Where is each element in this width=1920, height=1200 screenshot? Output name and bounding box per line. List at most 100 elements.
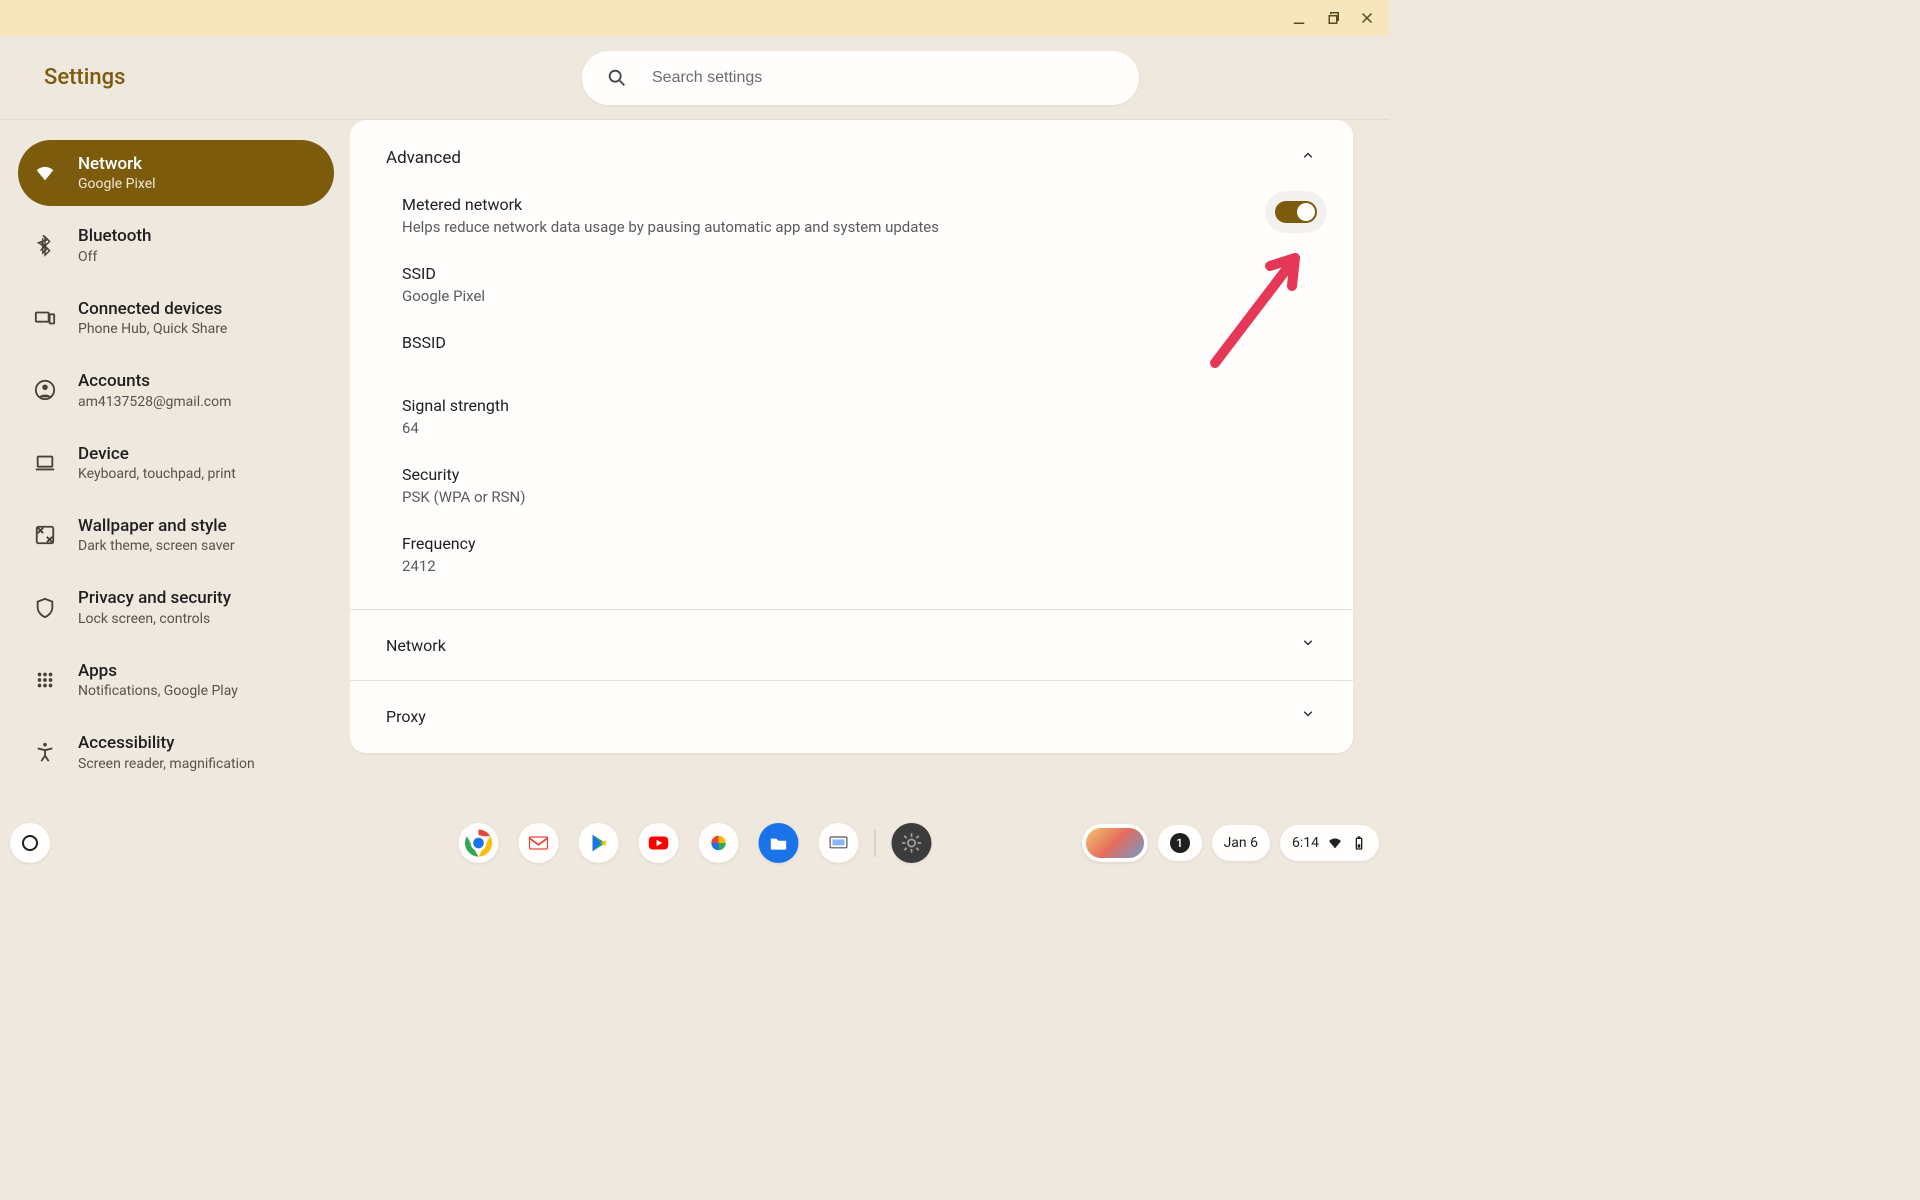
- status-pill[interactable]: 6:14: [1280, 825, 1379, 861]
- advanced-details: Metered network Helps reduce network dat…: [350, 185, 1353, 609]
- photos-icon[interactable]: [698, 823, 738, 863]
- sidebar-item-label: Network: [78, 154, 156, 174]
- sidebar-item-label: Connected devices: [78, 299, 227, 319]
- sidebar-item-wallpaper[interactable]: Wallpaper and style Dark theme, screen s…: [18, 502, 334, 568]
- youtube-icon[interactable]: [638, 823, 678, 863]
- proxy-section-label: Proxy: [386, 707, 426, 726]
- chrome-icon[interactable]: [458, 823, 498, 863]
- sidebar-item-sub: Phone Hub, Quick Share: [78, 321, 227, 337]
- wifi-icon: [34, 162, 56, 184]
- files-icon[interactable]: [758, 823, 798, 863]
- gmail-icon[interactable]: [518, 823, 558, 863]
- time-text: 6:14: [1292, 835, 1319, 851]
- sidebar-item-sub: Off: [78, 249, 152, 265]
- sidebar-item-bluetooth[interactable]: Bluetooth Off: [18, 212, 334, 278]
- sidebar-item-privacy[interactable]: Privacy and security Lock screen, contro…: [18, 574, 334, 640]
- settings-app-icon[interactable]: [891, 823, 931, 863]
- sidebar-item-label: Device: [78, 444, 236, 464]
- ssid-row: SSID Google Pixel: [402, 254, 1317, 323]
- sidebar-item-connected-devices[interactable]: Connected devices Phone Hub, Quick Share: [18, 285, 334, 351]
- sidebar-item-accessibility[interactable]: Accessibility Screen reader, magnificati…: [18, 719, 334, 785]
- shelf-apps: [458, 823, 931, 863]
- security-value: PSK (WPA or RSN): [402, 488, 1317, 506]
- metered-desc: Helps reduce network data usage by pausi…: [402, 218, 939, 236]
- sidebar-item-sub: Screen reader, magnification: [78, 756, 255, 772]
- shelf: 1 Jan 6 6:14: [0, 818, 1389, 868]
- bssid-label: BSSID: [402, 333, 1317, 352]
- sidebar-item-sub: Dark theme, screen saver: [78, 538, 235, 554]
- devices-icon: [34, 307, 56, 329]
- close-icon: [1358, 9, 1376, 27]
- sidebar-item-sub: am4137528@gmail.com: [78, 394, 231, 410]
- sidebar-item-label: Apps: [78, 661, 238, 681]
- laptop-icon: [34, 452, 56, 474]
- bssid-row: BSSID: [402, 323, 1317, 386]
- sidebar: Network Google Pixel Bluetooth Off Conne…: [0, 120, 350, 818]
- app-title: Settings: [44, 65, 125, 90]
- window-titlebar: [0, 0, 1389, 36]
- sidebar-item-sub: Lock screen, controls: [78, 611, 231, 627]
- search-icon: [606, 67, 628, 89]
- date-pill[interactable]: Jan 6: [1212, 825, 1270, 861]
- proxy-section-header[interactable]: Proxy: [350, 680, 1353, 751]
- sidebar-item-label: Accounts: [78, 371, 231, 391]
- sidebar-item-sub: Google Pixel: [78, 176, 156, 192]
- metered-network-row: Metered network Helps reduce network dat…: [402, 185, 1317, 254]
- security-label: Security: [402, 465, 1317, 484]
- shield-icon: [34, 597, 56, 619]
- frequency-label: Frequency: [402, 534, 1317, 553]
- date-text: Jan 6: [1224, 835, 1258, 851]
- advanced-panel: Advanced Metered network Helps reduce ne…: [350, 120, 1353, 753]
- close-button[interactable]: [1357, 8, 1377, 28]
- wallpaper-icon: [34, 524, 56, 546]
- battery-status-icon: [1351, 835, 1367, 851]
- sidebar-item-accounts[interactable]: Accounts am4137528@gmail.com: [18, 357, 334, 423]
- account-icon: [34, 379, 56, 401]
- accessibility-icon: [34, 741, 56, 763]
- ssid-value: Google Pixel: [402, 287, 1317, 305]
- content-area: Advanced Metered network Helps reduce ne…: [350, 120, 1389, 818]
- notif-count: 1: [1170, 833, 1190, 853]
- launcher-button[interactable]: [10, 823, 50, 863]
- signal-row: Signal strength 64: [402, 386, 1317, 455]
- sidebar-item-label: Accessibility: [78, 733, 255, 753]
- metered-label: Metered network: [402, 195, 939, 214]
- sidebar-item-label: Privacy and security: [78, 588, 231, 608]
- frequency-value: 2412: [402, 557, 1317, 575]
- shelf-separator: [874, 829, 875, 857]
- sidebar-item-network[interactable]: Network Google Pixel: [18, 140, 334, 206]
- wifi-status-icon: [1327, 835, 1343, 851]
- screenshot-icon[interactable]: [818, 823, 858, 863]
- bluetooth-icon: [34, 235, 56, 257]
- minimize-icon: [1290, 9, 1308, 27]
- sidebar-item-label: Wallpaper and style: [78, 516, 235, 536]
- ssid-label: SSID: [402, 264, 1317, 283]
- play-store-icon[interactable]: [578, 823, 618, 863]
- sidebar-item-label: Bluetooth: [78, 226, 152, 246]
- network-section-label: Network: [386, 636, 446, 655]
- restore-button[interactable]: [1323, 8, 1343, 28]
- search-box[interactable]: [582, 51, 1139, 105]
- search-input[interactable]: [652, 69, 1115, 87]
- system-tray: 1 Jan 6 6:14: [1082, 824, 1379, 862]
- advanced-label: Advanced: [386, 148, 461, 168]
- metered-toggle[interactable]: [1275, 201, 1317, 223]
- minimize-button[interactable]: [1289, 8, 1309, 28]
- apps-icon: [34, 669, 56, 691]
- advanced-section-header[interactable]: Advanced: [350, 120, 1353, 185]
- chevron-down-icon: [1299, 705, 1317, 727]
- chevron-up-icon: [1299, 146, 1317, 169]
- sidebar-item-sub: Keyboard, touchpad, print: [78, 466, 236, 482]
- app-header: Settings: [0, 36, 1389, 120]
- sidebar-item-sub: Notifications, Google Play: [78, 683, 238, 699]
- launcher-icon: [22, 835, 38, 851]
- security-row: Security PSK (WPA or RSN): [402, 455, 1317, 524]
- sidebar-item-apps[interactable]: Apps Notifications, Google Play: [18, 647, 334, 713]
- signal-label: Signal strength: [402, 396, 1317, 415]
- holding-space[interactable]: [1082, 824, 1148, 862]
- signal-value: 64: [402, 419, 1317, 437]
- notifications-pill[interactable]: 1: [1158, 825, 1202, 861]
- network-section-header[interactable]: Network: [350, 609, 1353, 680]
- sidebar-item-device[interactable]: Device Keyboard, touchpad, print: [18, 430, 334, 496]
- restore-icon: [1324, 9, 1342, 27]
